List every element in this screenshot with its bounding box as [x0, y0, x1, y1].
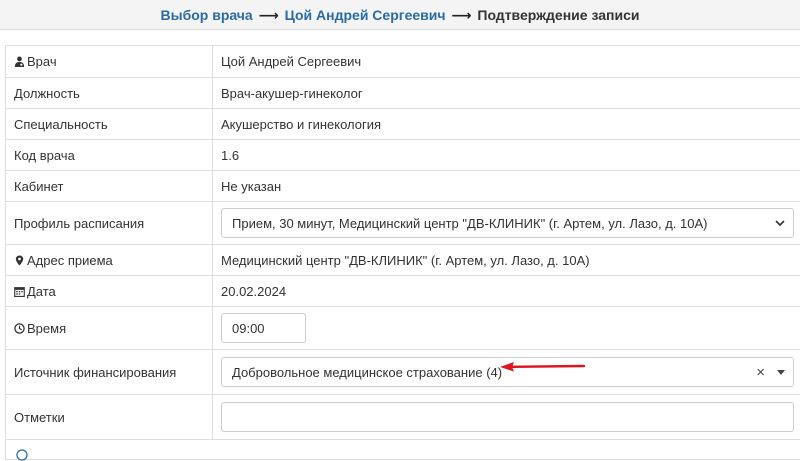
- doctor-code-value: 1.6: [213, 140, 800, 171]
- appointment-details-table: Врач Цой Андрей Сергеевич Должность Врач…: [5, 45, 800, 460]
- label-cell: Адрес приема: [6, 245, 213, 276]
- label-cell: Врач: [6, 46, 213, 78]
- notes-label: Отметки: [6, 395, 213, 440]
- row-footer: [6, 440, 800, 460]
- clear-selection-icon[interactable]: ×: [756, 364, 765, 381]
- specialty-label: Специальность: [6, 109, 213, 140]
- breadcrumb-arrow: ⟶: [451, 7, 471, 23]
- breadcrumb-current-step: Подтверждение записи: [477, 7, 639, 23]
- date-value: 20.02.2024: [213, 276, 800, 307]
- position-label: Должность: [6, 78, 213, 109]
- row-notes: Отметки: [6, 395, 800, 440]
- row-position: Должность Врач-акушер-гинеколог: [6, 78, 800, 109]
- position-value: Врач-акушер-гинеколог: [213, 78, 800, 109]
- date-label: Дата: [27, 284, 56, 299]
- row-specialty: Специальность Акушерство и гинекология: [6, 109, 800, 140]
- row-address: Адрес приема Медицинский центр "ДВ-КЛИНИ…: [6, 245, 800, 276]
- caret-down-icon[interactable]: [777, 370, 785, 375]
- time-field[interactable]: 09:00: [221, 313, 306, 343]
- chevron-down-icon: [775, 218, 785, 228]
- address-label: Адрес приема: [27, 253, 113, 268]
- breadcrumb: Выбор врача ⟶ Цой Андрей Сергеевич ⟶ Под…: [0, 0, 800, 30]
- footer-cell: [6, 440, 800, 460]
- schedule-profile-selected: Прием, 30 минут, Медицинский центр "ДВ-К…: [232, 216, 708, 231]
- address-value: Медицинский центр "ДВ-КЛИНИК" (г. Артем,…: [213, 245, 800, 276]
- clock-icon: [14, 323, 25, 334]
- label-cell: Время: [6, 307, 213, 350]
- office-value: Не указан: [213, 171, 800, 202]
- label-cell: Дата: [6, 276, 213, 307]
- map-marker-icon: [14, 255, 25, 266]
- info-circle-icon: [16, 449, 28, 461]
- row-schedule-profile: Профиль расписания Прием, 30 минут, Меди…: [6, 202, 800, 245]
- row-time: Время 09:00: [6, 307, 800, 350]
- office-label: Кабинет: [6, 171, 213, 202]
- doctor-code-label: Код врача: [6, 140, 213, 171]
- calendar-icon: [14, 286, 25, 297]
- notes-field[interactable]: [221, 402, 794, 432]
- annotation-arrow-icon: [498, 359, 588, 373]
- user-md-icon: [14, 56, 25, 67]
- doctor-label: Врач: [27, 54, 57, 69]
- time-value: 09:00: [232, 321, 265, 336]
- breadcrumb-doctor-name[interactable]: Цой Андрей Сергеевич: [285, 7, 446, 23]
- breadcrumb-choose-doctor[interactable]: Выбор врача: [161, 7, 253, 23]
- funding-source-selected: Добровольное медицинское страхование (4): [232, 365, 502, 380]
- schedule-profile-select[interactable]: Прием, 30 минут, Медицинский центр "ДВ-К…: [221, 208, 794, 238]
- row-office: Кабинет Не указан: [6, 171, 800, 202]
- row-doctor-code: Код врача 1.6: [6, 140, 800, 171]
- breadcrumb-arrow: ⟶: [259, 7, 279, 23]
- row-date: Дата 20.02.2024: [6, 276, 800, 307]
- doctor-value: Цой Андрей Сергеевич: [213, 46, 800, 78]
- row-doctor: Врач Цой Андрей Сергеевич: [6, 46, 800, 78]
- specialty-value: Акушерство и гинекология: [213, 109, 800, 140]
- schedule-profile-label: Профиль расписания: [6, 202, 213, 245]
- funding-label: Источник финансирования: [6, 350, 213, 395]
- row-funding: Источник финансирования Добровольное мед…: [6, 350, 800, 395]
- time-label: Время: [27, 321, 66, 336]
